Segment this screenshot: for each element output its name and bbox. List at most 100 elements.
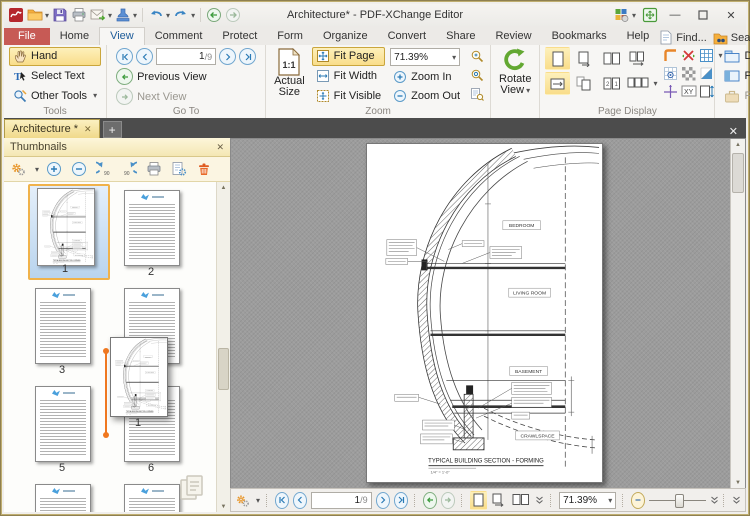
redo-button[interactable]: ▾ <box>173 7 195 23</box>
single-page-button[interactable] <box>545 47 571 70</box>
forward-view-button[interactable] <box>225 7 241 23</box>
page-properties-button[interactable] <box>169 159 189 179</box>
tab-bar-close-button[interactable]: ✕ <box>721 125 746 138</box>
previous-view-button[interactable]: Previous View <box>112 67 260 86</box>
open-file-button[interactable]: ▾ <box>27 7 49 23</box>
actual-size-button[interactable]: 1:1 Actual Size <box>271 47 308 105</box>
zoom-slider[interactable] <box>649 493 707 508</box>
last-page-button[interactable] <box>239 48 257 65</box>
find-label[interactable]: Find... <box>676 32 707 44</box>
statusbar-options-button[interactable] <box>235 491 250 509</box>
fit-width-button[interactable]: Fit Width <box>312 67 385 86</box>
tab-share[interactable]: Share <box>436 28 485 45</box>
zoom-in-button[interactable]: Zoom In <box>389 68 464 86</box>
next-page-button[interactable] <box>219 48 237 65</box>
back-view-button[interactable] <box>206 7 222 23</box>
tab-convert[interactable]: Convert <box>378 28 437 45</box>
statusbar-last-page-button[interactable] <box>393 491 409 509</box>
previous-page-button[interactable] <box>136 48 154 65</box>
doc-scroll-down-icon[interactable]: ▼ <box>731 477 745 488</box>
multiple-pages-dropdown-icon[interactable]: ▾ <box>653 79 657 88</box>
statusbar-zoom-combo[interactable]: 71.39% ▾ <box>559 491 617 509</box>
cover-mode-button[interactable] <box>572 72 597 95</box>
zoom-level-combo[interactable]: 71.39% ▾ <box>390 48 461 66</box>
disable-snapping-button[interactable] <box>680 47 697 63</box>
next-view-button[interactable]: Next View <box>112 87 260 106</box>
thumbnail-page-8[interactable] <box>124 484 180 512</box>
statusbar-single-page-button[interactable] <box>470 490 487 510</box>
tab-bookmarks[interactable]: Bookmarks <box>542 28 617 45</box>
thumbnail-zoom-out-button[interactable] <box>69 159 89 179</box>
thumbnails-options-dropdown-icon[interactable]: ▾ <box>35 165 39 174</box>
search-button[interactable]: Search... <box>713 31 750 45</box>
other-tools-button[interactable]: Other Tools ▾ <box>9 86 101 105</box>
document-tabs-button[interactable]: Document Tabs▾ <box>720 47 750 64</box>
ui-options-button[interactable]: ▾ <box>614 7 636 23</box>
loupe-tool-button[interactable] <box>468 67 485 83</box>
thumbnails-close-icon[interactable]: ✕ <box>216 142 224 153</box>
thumbnail-page-3[interactable] <box>35 288 91 364</box>
zoom-slider-knob[interactable] <box>675 494 685 508</box>
close-button[interactable]: ✕ <box>720 7 742 23</box>
undo-button[interactable]: ▾ <box>148 7 170 23</box>
rulers-button[interactable] <box>662 47 679 63</box>
statusbar-page-field[interactable]: 1/9 <box>311 491 372 509</box>
save-button[interactable] <box>52 7 68 23</box>
statusbar-first-page-button[interactable] <box>274 491 289 509</box>
statusbar-expand-icon[interactable] <box>710 495 719 505</box>
tab-protect[interactable]: Protect <box>212 28 267 45</box>
pan-zoom-button[interactable] <box>468 86 485 102</box>
ui-options-dropdown-icon[interactable]: ▾ <box>632 11 636 20</box>
page-transitions-button[interactable] <box>698 83 715 99</box>
document-scroll-thumb[interactable] <box>732 153 744 193</box>
statusbar-continuous-button[interactable] <box>491 491 508 510</box>
tab-file[interactable]: File <box>4 28 50 45</box>
continuous-button[interactable] <box>572 47 597 70</box>
statusbar-zoom-out-button[interactable] <box>630 491 646 509</box>
fit-page-button[interactable]: Fit Page <box>311 47 386 66</box>
document-scrollbar[interactable]: ▲ ▼ <box>730 139 745 488</box>
snap-to-grid-button[interactable] <box>662 65 679 81</box>
two-pages-button[interactable] <box>599 47 624 70</box>
rotate-ccw-button[interactable]: 90 <box>94 159 114 179</box>
zoom-tool-button[interactable] <box>468 48 485 64</box>
other-tools-dropdown-icon[interactable]: ▾ <box>93 91 97 100</box>
fullscreen-button[interactable] <box>642 7 658 23</box>
select-text-button[interactable]: T Select Text <box>9 67 101 86</box>
new-tab-button[interactable]: + <box>102 121 122 138</box>
grid-button[interactable] <box>698 47 715 63</box>
doc-scroll-up-icon[interactable]: ▲ <box>731 139 745 150</box>
guides-button[interactable] <box>662 83 679 99</box>
tab-home[interactable]: Home <box>50 28 99 45</box>
print-page-button[interactable] <box>144 159 164 179</box>
dragged-thumbnail[interactable] <box>110 337 168 417</box>
statusbar-previous-view-button[interactable] <box>422 491 438 509</box>
statusbar-two-pages-button[interactable] <box>511 491 531 510</box>
rotate-view-dropdown-icon[interactable]: ▾ <box>526 86 530 95</box>
thumbnails-scrollbar[interactable]: ▲ ▼ <box>216 182 230 512</box>
thumbnail-zoom-in-button[interactable] <box>44 159 64 179</box>
document-view[interactable]: ▲ ▼ <box>230 138 746 488</box>
tab-organize[interactable]: Organize <box>313 28 378 45</box>
tab-view[interactable]: View <box>99 27 145 45</box>
stamp-button[interactable]: ▾ <box>115 7 137 23</box>
delete-pages-button[interactable] <box>194 159 214 179</box>
coordinates-button[interactable]: XY <box>680 83 697 99</box>
email-button[interactable]: ▾ <box>90 7 112 23</box>
fit-spread-button[interactable] <box>545 72 571 95</box>
scroll-down-icon[interactable]: ▼ <box>217 501 230 512</box>
redo-dropdown-icon[interactable]: ▾ <box>191 11 195 20</box>
first-page-button[interactable] <box>116 48 134 65</box>
scroll-up-icon[interactable]: ▲ <box>217 182 230 193</box>
pdf-page[interactable] <box>366 143 603 483</box>
hand-tool-button[interactable]: Hand <box>9 47 102 66</box>
statusbar-zoom-dropdown-icon[interactable]: ▾ <box>608 496 612 505</box>
transparency-grid-button[interactable] <box>680 65 697 81</box>
statusbar-next-page-button[interactable] <box>375 491 390 509</box>
statusbar-layout-more-icon[interactable] <box>535 495 544 505</box>
thumbnails-options-button[interactable] <box>8 159 28 179</box>
thumbnail-page-2[interactable] <box>124 190 180 266</box>
two-pages-continuous-button[interactable] <box>626 47 651 70</box>
tab-comment[interactable]: Comment <box>145 28 213 45</box>
thumbnail-page-7[interactable] <box>35 484 91 512</box>
